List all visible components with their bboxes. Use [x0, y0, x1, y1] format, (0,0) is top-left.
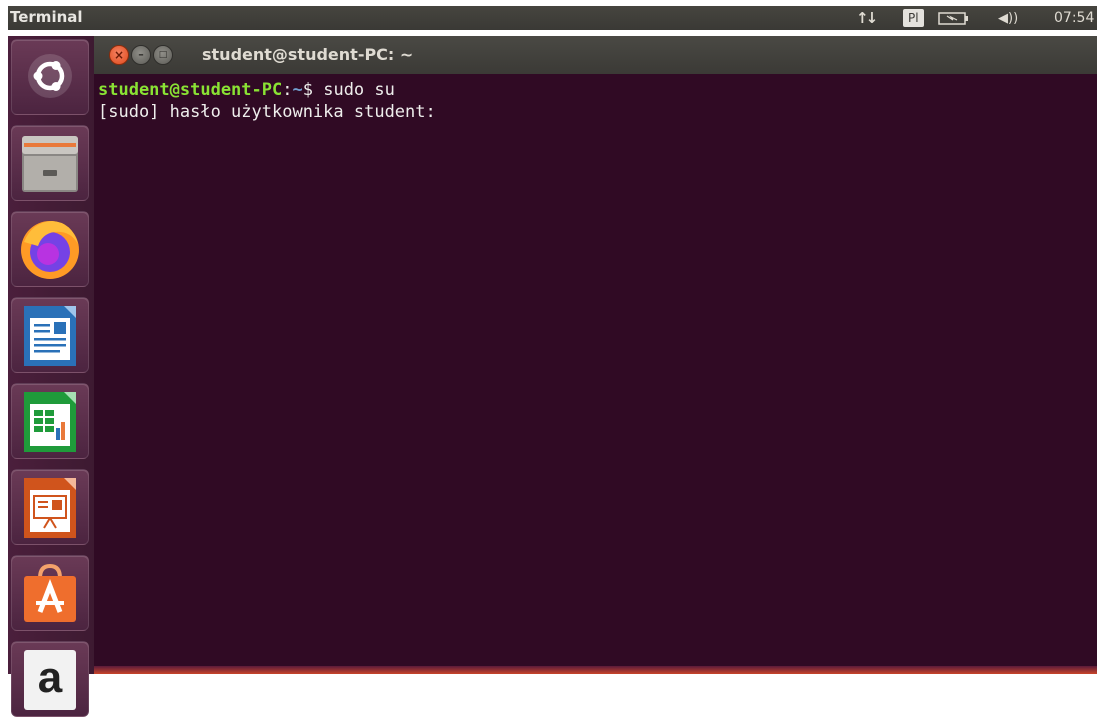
terminal-window: × – □ student@student-PC: ~ student@stud… [94, 36, 1097, 674]
top-menu-bar: Terminal ↑↓ Pl ◀)) 07:54 [8, 6, 1097, 30]
launcher-item-amazon[interactable]: a [11, 641, 89, 717]
ubuntu-dash-icon [28, 54, 72, 98]
window-title: student@student-PC: ~ [202, 45, 414, 64]
clock[interactable]: 07:54 [1054, 6, 1094, 30]
ubuntu-software-icon [24, 563, 76, 622]
prompt-path: ~ [292, 80, 303, 100]
files-icon [22, 136, 78, 192]
launcher-item-writer[interactable] [11, 297, 89, 373]
terminal-bottom-edge [94, 666, 1097, 674]
command-text: sudo su [323, 80, 395, 100]
launcher-item-files[interactable] [11, 125, 89, 201]
launcher-item-dash[interactable] [11, 39, 89, 115]
libreoffice-impress-icon [24, 478, 76, 538]
prompt-symbol: $ [302, 80, 324, 100]
launcher-item-firefox[interactable] [11, 211, 89, 287]
window-titlebar[interactable]: × – □ student@student-PC: ~ [94, 36, 1097, 74]
terminal-line: student@student-PC:~$ sudo su [98, 79, 395, 101]
prompt-separator: : [282, 80, 293, 100]
battery-icon[interactable] [937, 6, 973, 30]
close-icon: × [113, 48, 125, 62]
minimize-icon: – [138, 48, 144, 61]
amazon-icon: a [24, 650, 76, 710]
terminal-line: [sudo] hasło użytkownika student: [98, 102, 436, 122]
launcher-item-calc[interactable] [11, 383, 89, 459]
maximize-icon: □ [158, 50, 168, 60]
network-icon[interactable]: ↑↓ [856, 6, 878, 30]
maximize-button[interactable]: □ [153, 45, 173, 65]
close-button[interactable]: × [109, 45, 129, 65]
firefox-icon [21, 221, 79, 279]
top-panel: Terminal ↑↓ Pl ◀)) 07:54 [0, 0, 1097, 36]
app-menu-title[interactable]: Terminal [10, 8, 83, 26]
prompt-user-host: student@student-PC [98, 80, 283, 100]
launcher-item-impress[interactable] [11, 469, 89, 545]
minimize-button[interactable]: – [131, 45, 151, 65]
libreoffice-writer-icon [24, 306, 76, 366]
keyboard-layout-indicator[interactable]: Pl [903, 9, 924, 27]
launcher-item-software[interactable] [11, 555, 89, 631]
terminal-output[interactable]: student@student-PC:~$ sudo su [sudo] has… [94, 74, 1097, 666]
launcher: a [8, 36, 95, 717]
libreoffice-calc-icon [24, 392, 76, 452]
volume-icon[interactable]: ◀)) [998, 6, 1018, 30]
